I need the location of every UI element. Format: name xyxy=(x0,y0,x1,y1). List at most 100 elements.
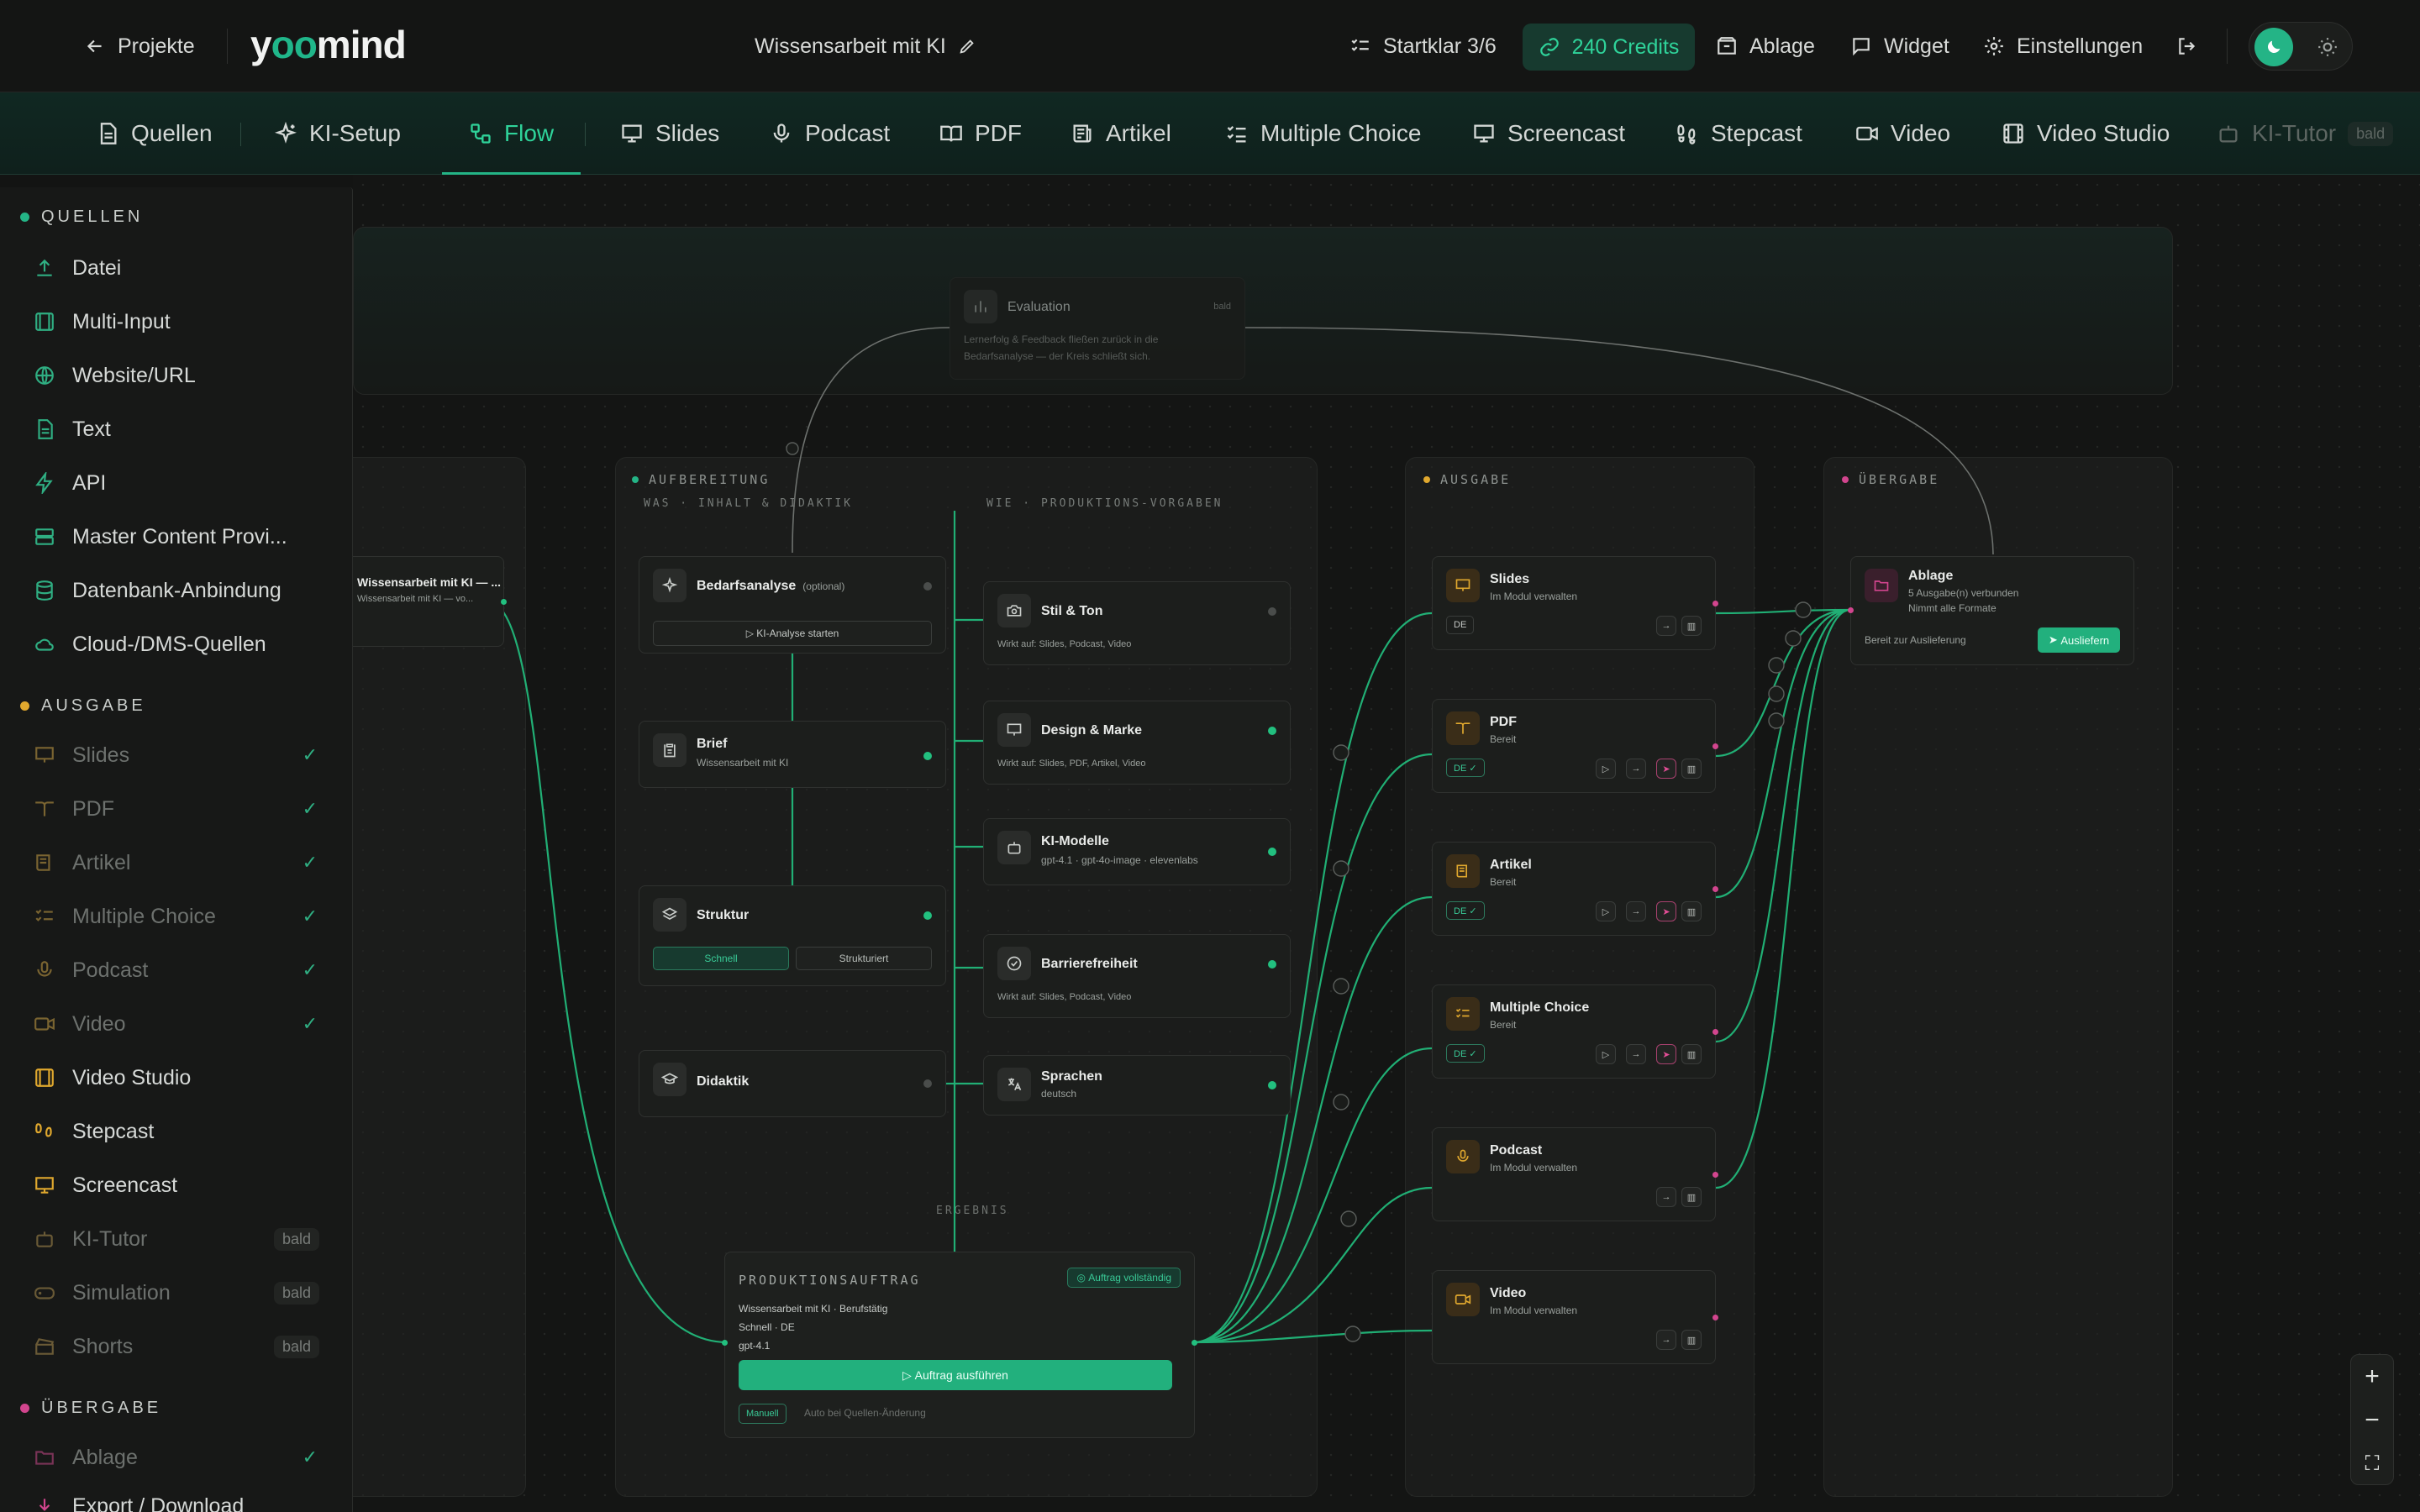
ablage-button[interactable]: Ablage xyxy=(1716,0,1815,92)
run-order-button[interactable]: ▷ Auftrag ausführen xyxy=(739,1360,1172,1390)
ausliefern-button[interactable]: ➤ Ausliefern xyxy=(2038,627,2120,653)
tab-video[interactable]: Video xyxy=(1855,92,1950,175)
back-to-projects-link[interactable]: Projekte xyxy=(84,0,195,92)
struktur-schnell-option[interactable]: Schnell xyxy=(653,947,789,970)
output-slides-node[interactable]: Slides Im Modul verwalten DE → ▥ xyxy=(1432,556,1718,650)
sidebar-item-text[interactable]: Text xyxy=(34,411,328,448)
zoom-in-icon[interactable]: + xyxy=(2351,1355,2393,1399)
ki-modelle-node[interactable]: KI-Modelle gpt-4.1 · gpt-4o-image · elev… xyxy=(983,818,1291,885)
widget-button[interactable]: Widget xyxy=(1850,0,1949,92)
output-multiple-choice-node[interactable]: Multiple Choice Bereit DE ✓ ▷ → ➤ ▥ xyxy=(1432,984,1718,1079)
sidebar-item-video-studio[interactable]: Video Studio xyxy=(34,1059,328,1096)
trash-icon[interactable]: ▥ xyxy=(1681,1044,1702,1064)
sidebar-item-screencast[interactable]: Screencast xyxy=(34,1167,328,1204)
tab-ki-setup[interactable]: KI-Setup xyxy=(274,92,401,175)
pencil-icon[interactable] xyxy=(958,37,976,55)
tab-flow[interactable]: Flow xyxy=(441,92,581,175)
tab-video-studio[interactable]: Video Studio xyxy=(2002,92,2170,175)
struktur-node[interactable]: Struktur Schnell Strukturiert xyxy=(639,885,946,986)
server-icon xyxy=(35,528,54,545)
project-title[interactable]: Wissensarbeit mit KI xyxy=(755,0,976,92)
startklar-button[interactable]: Startklar 3/6 xyxy=(1349,0,1497,92)
sidebar-item-video[interactable]: Video ✓ xyxy=(34,1005,328,1042)
tab-slides[interactable]: Slides xyxy=(620,92,719,175)
share-icon[interactable]: → xyxy=(1626,1044,1646,1064)
tab-artikel[interactable]: Artikel xyxy=(1071,92,1171,175)
produktionsauftrag-node[interactable]: PRODUKTIONSAUFTRAG ◎ Auftrag vollständig… xyxy=(722,1252,1197,1438)
book-open-icon xyxy=(1446,711,1480,745)
share-icon[interactable]: → xyxy=(1656,616,1676,636)
sidebar-item-website[interactable]: Website/URL xyxy=(34,357,328,394)
tab-multiple-choice[interactable]: Multiple Choice xyxy=(1225,92,1421,175)
zoom-out-icon[interactable]: − xyxy=(2351,1399,2393,1442)
flow-canvas[interactable]: Evaluation bald Lernerfolg & Feedback fl… xyxy=(336,175,2420,1512)
sidebar-item-artikel[interactable]: Artikel ✓ xyxy=(34,844,328,881)
output-video-node[interactable]: Video Im Modul verwalten → ▥ xyxy=(1432,1270,1718,1364)
bald-badge: bald xyxy=(2348,121,2394,146)
sidebar-item-ki-tutor[interactable]: KI-Tutor bald xyxy=(34,1221,328,1257)
evaluation-node[interactable]: Evaluation bald Lernerfolg & Feedback fl… xyxy=(950,277,1245,380)
bedarfsanalyse-node[interactable]: Bedarfsanalyse (optional) ▷ KI-Analyse st… xyxy=(639,556,946,654)
ki-analyse-button[interactable]: ▷ KI-Analyse starten xyxy=(653,621,932,646)
play-icon[interactable]: ▷ xyxy=(1596,759,1616,779)
brief-node[interactable]: Brief Wissensarbeit mit KI xyxy=(639,721,946,788)
trash-icon[interactable]: ▥ xyxy=(1681,901,1702,921)
output-artikel-node[interactable]: Artikel Bereit DE ✓ ▷ → ➤ ▥ xyxy=(1432,842,1718,936)
source-node[interactable]: Wissensarbeit mit KI — ... Wissensarbeit… xyxy=(336,556,507,647)
sidebar-item-datei[interactable]: Datei xyxy=(34,249,328,286)
sidebar-item-multi-input[interactable]: Multi-Input xyxy=(34,303,328,340)
logout-button[interactable] xyxy=(2176,0,2210,92)
share-icon[interactable]: → xyxy=(1626,901,1646,921)
trash-icon[interactable]: ▥ xyxy=(1681,616,1702,636)
output-pdf-node[interactable]: PDF Bereit DE ✓ ▷ → ➤ ▥ xyxy=(1432,699,1718,793)
output-podcast-node[interactable]: Podcast Im Modul verwalten → ▥ xyxy=(1432,1127,1718,1221)
mode-auto[interactable]: Auto bei Quellen-Änderung xyxy=(804,1407,926,1419)
ablage-node[interactable]: Ablage 5 Ausgabe(n) verbunden Nimmt alle… xyxy=(1848,556,2134,665)
design-marke-node[interactable]: Design & Marke Wirkt auf: Slides, PDF, A… xyxy=(983,701,1291,785)
fit-view-icon[interactable]: ⛶ xyxy=(2351,1442,2393,1486)
didaktik-node[interactable]: Didaktik xyxy=(639,1050,946,1117)
tab-pdf[interactable]: PDF xyxy=(939,92,1022,175)
sidebar-item-multiple-choice[interactable]: Multiple Choice ✓ xyxy=(34,898,328,935)
tab-stepcast[interactable]: Stepcast xyxy=(1676,92,1802,175)
credits-button[interactable]: 240 Credits xyxy=(1523,24,1695,71)
trash-icon[interactable]: ▥ xyxy=(1681,1330,1702,1350)
tab-screencast[interactable]: Screencast xyxy=(1472,92,1625,175)
settings-button[interactable]: Einstellungen xyxy=(1983,0,2143,92)
send-icon[interactable]: ➤ xyxy=(1656,901,1676,921)
struktur-strukturiert-option[interactable]: Strukturiert xyxy=(796,947,932,970)
stil-ton-node[interactable]: Stil & Ton Wirkt auf: Slides, Podcast, V… xyxy=(983,581,1291,665)
sidebar-item-stepcast[interactable]: Stepcast xyxy=(34,1113,328,1150)
sidebar-item-ablage[interactable]: Ablage ✓ xyxy=(34,1439,328,1476)
tab-quellen[interactable]: Quellen xyxy=(96,92,213,175)
sidebar-item-shorts[interactable]: Shorts bald xyxy=(34,1328,328,1365)
send-icon[interactable]: ➤ xyxy=(1656,759,1676,779)
sidebar-item-export[interactable]: Export / Download xyxy=(34,1488,328,1512)
send-icon[interactable]: ➤ xyxy=(1656,1044,1676,1064)
sidebar-item-slides[interactable]: Slides ✓ xyxy=(34,737,328,774)
tab-ki-tutor[interactable]: KI-Tutor bald xyxy=(2217,92,2394,175)
sidebar-item-pdf[interactable]: PDF ✓ xyxy=(34,790,328,827)
sprachen-node[interactable]: Sprachen deutsch xyxy=(983,1055,1291,1116)
arrow-left-icon xyxy=(87,39,102,53)
share-icon[interactable]: → xyxy=(1656,1330,1676,1350)
sun-icon[interactable] xyxy=(2317,36,2338,58)
sidebar-item-simulation[interactable]: Simulation bald xyxy=(34,1274,328,1311)
book-open-icon xyxy=(35,801,54,816)
play-icon[interactable]: ▷ xyxy=(1596,901,1616,921)
play-icon[interactable]: ▷ xyxy=(1596,1044,1616,1064)
file-icon xyxy=(100,123,117,144)
sidebar-item-cloud[interactable]: Cloud-/DMS-Quellen xyxy=(34,626,328,663)
barrierefreiheit-node[interactable]: Barrierefreiheit Wirkt auf: Slides, Podc… xyxy=(983,934,1291,1018)
trash-icon[interactable]: ▥ xyxy=(1681,759,1702,779)
trash-icon[interactable]: ▥ xyxy=(1681,1187,1702,1207)
theme-toggle[interactable] xyxy=(2249,22,2353,71)
share-icon[interactable]: → xyxy=(1656,1187,1676,1207)
sidebar-item-master-content[interactable]: Master Content Provi... xyxy=(34,518,328,555)
tab-podcast[interactable]: Podcast xyxy=(770,92,890,175)
share-icon[interactable]: → xyxy=(1626,759,1646,779)
sidebar-item-podcast[interactable]: Podcast ✓ xyxy=(34,952,328,989)
mode-manuell[interactable]: Manuell xyxy=(739,1404,786,1424)
sidebar-item-api[interactable]: API xyxy=(34,465,328,501)
sidebar-item-datenbank[interactable]: Datenbank-Anbindung xyxy=(34,572,328,609)
